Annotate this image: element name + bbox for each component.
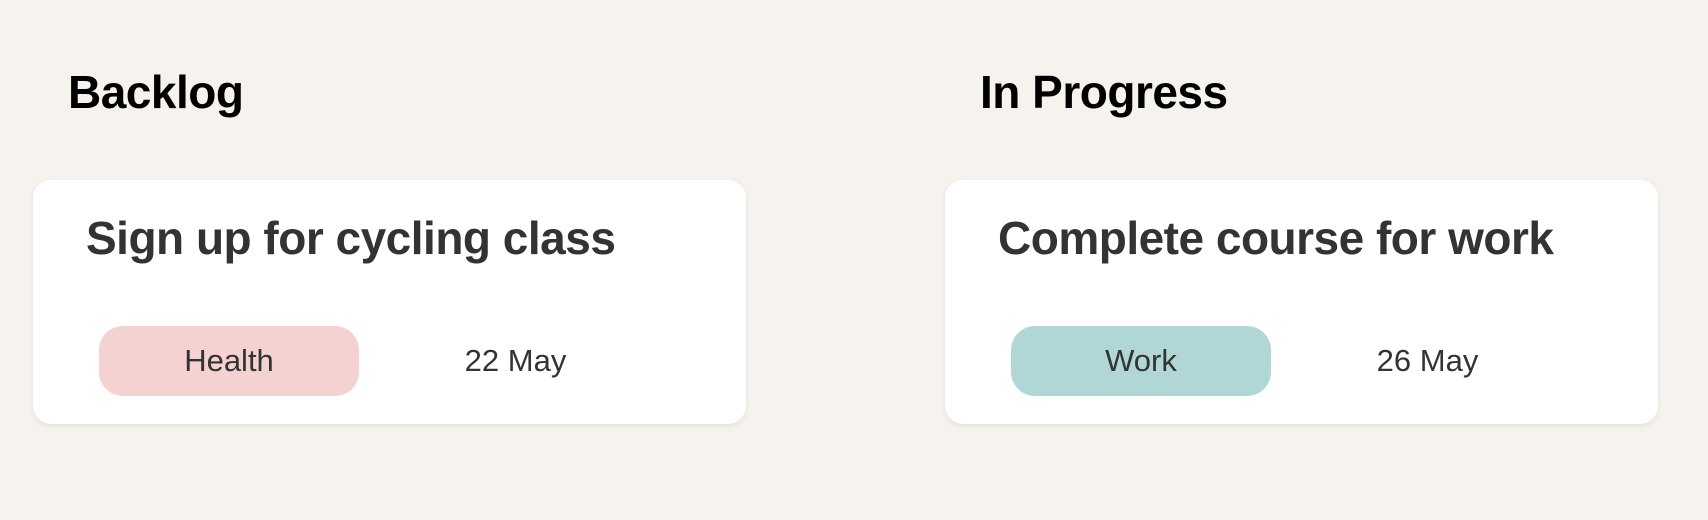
card-title: Sign up for cycling class <box>86 212 616 264</box>
column-title: Backlog <box>68 66 244 118</box>
task-card[interactable]: Sign up for cycling class Health 22 May <box>33 180 746 424</box>
column-title: In Progress <box>980 66 1228 118</box>
due-date: 26 May <box>1376 343 1479 378</box>
due-date: 22 May <box>464 343 567 378</box>
task-card[interactable]: Complete course for work Work 26 May <box>945 180 1658 424</box>
card-title: Complete course for work <box>998 212 1554 264</box>
tag-badge: Work <box>1011 326 1271 396</box>
column-backlog: Backlog Sign up for cycling class Health… <box>33 0 748 520</box>
column-in-progress: In Progress Complete course for work Wor… <box>945 0 1660 520</box>
tag-badge: Health <box>99 326 359 396</box>
